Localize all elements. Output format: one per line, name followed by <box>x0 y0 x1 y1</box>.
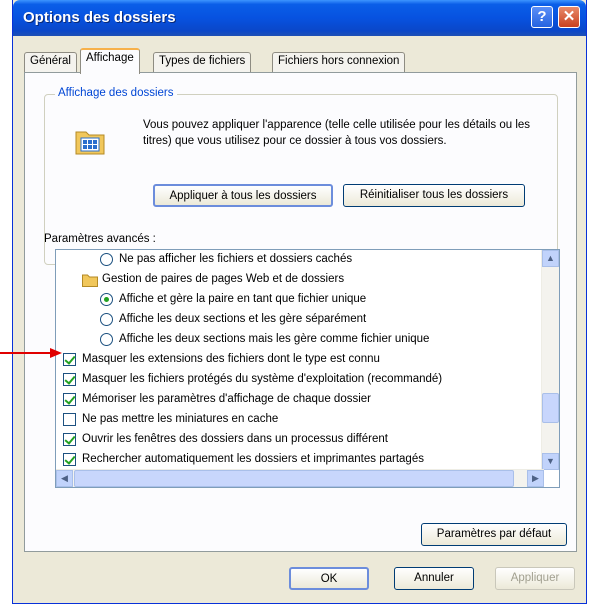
tab-file-types[interactable]: Types de fichiers <box>153 52 252 72</box>
ok-button[interactable]: OK <box>289 567 369 590</box>
checkbox[interactable] <box>63 373 76 386</box>
folder-view-description: Vous pouvez appliquer l'apparence (telle… <box>143 119 531 147</box>
radio-button[interactable] <box>100 253 113 266</box>
scroll-left-button[interactable]: ◀ <box>56 470 73 487</box>
restore-defaults-button[interactable]: Paramètres par défaut <box>421 523 567 546</box>
scroll-up-button[interactable]: ▲ <box>542 250 559 267</box>
vertical-scrollbar[interactable]: ▲ ▼ <box>541 250 559 470</box>
help-button[interactable]: ? <box>531 6 553 28</box>
reset-all-folders-button[interactable]: Réinitialiser tous les dossiers <box>343 184 525 207</box>
checkbox[interactable] <box>63 413 76 426</box>
checkbox[interactable] <box>63 453 76 466</box>
vertical-scroll-thumb[interactable] <box>542 393 559 423</box>
folder-options-window: Options des dossiers ? ✕ Général Afficha… <box>12 0 587 604</box>
cancel-button[interactable]: Annuler <box>394 567 474 590</box>
folder-view-group-label: Affichage des dossiers <box>55 87 177 99</box>
radio-button[interactable] <box>100 333 113 346</box>
tab-general[interactable]: Général <box>24 52 77 72</box>
tab-panel-display: Affichage des dossiers Vous pouvez appli… <box>24 72 577 552</box>
scroll-down-button[interactable]: ▼ <box>542 453 559 470</box>
annotation-arrow-icon <box>0 348 62 358</box>
scroll-right-button[interactable]: ▶ <box>527 470 544 487</box>
tab-display[interactable]: Affichage <box>80 48 140 74</box>
advanced-settings-list[interactable]: Ne pas afficher les fichiers et dossiers… <box>55 249 560 488</box>
title-bar[interactable]: Options des dossiers ? ✕ <box>13 0 586 36</box>
folder-view-icon <box>75 131 105 155</box>
horizontal-scrollbar[interactable]: ◀ ▶ <box>56 469 544 487</box>
folder-icon <box>82 274 98 287</box>
checkbox[interactable] <box>63 353 76 366</box>
close-button[interactable]: ✕ <box>558 6 580 28</box>
tab-offline-files[interactable]: Fichiers hors connexion <box>272 52 406 72</box>
horizontal-scroll-thumb[interactable] <box>74 470 514 487</box>
radio-button[interactable] <box>100 313 113 326</box>
apply-button[interactable]: Appliquer <box>495 567 575 590</box>
apply-to-all-folders-button[interactable]: Appliquer à tous les dossiers <box>153 184 333 207</box>
checkbox[interactable] <box>63 393 76 406</box>
radio-button[interactable] <box>100 293 113 306</box>
window-title: Options des dossiers <box>23 9 176 26</box>
advanced-settings-label: Paramètres avancés : <box>44 233 156 245</box>
checkbox[interactable] <box>63 433 76 446</box>
